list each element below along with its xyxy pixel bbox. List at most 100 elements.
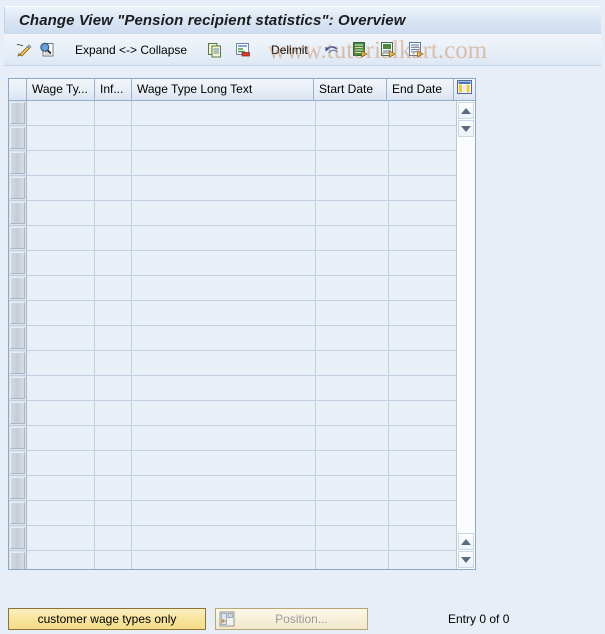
table-row[interactable]	[9, 226, 456, 251]
cell-end_date[interactable]	[389, 501, 456, 525]
cell-long_text[interactable]	[132, 351, 316, 375]
table-row[interactable]	[9, 376, 456, 401]
cell-long_text[interactable]	[132, 476, 316, 500]
cell-end_date[interactable]	[389, 226, 456, 250]
cell-start_date[interactable]	[316, 426, 389, 450]
cell-inf[interactable]	[95, 326, 132, 350]
cell-end_date[interactable]	[389, 401, 456, 425]
cell-inf[interactable]	[95, 101, 132, 125]
cell-start_date[interactable]	[316, 351, 389, 375]
cell-inf[interactable]	[95, 401, 132, 425]
cell-wage_type[interactable]	[27, 326, 95, 350]
cell-end_date[interactable]	[389, 126, 456, 150]
cell-inf[interactable]	[95, 301, 132, 325]
cell-long_text[interactable]	[132, 151, 316, 175]
cell-start_date[interactable]	[316, 376, 389, 400]
cell-long_text[interactable]	[132, 326, 316, 350]
cell-start_date[interactable]	[316, 176, 389, 200]
table-row[interactable]	[9, 476, 456, 501]
cell-end_date[interactable]	[389, 326, 456, 350]
cell-start_date[interactable]	[316, 326, 389, 350]
cell-wage_type[interactable]	[27, 101, 95, 125]
cell-wage_type[interactable]	[27, 176, 95, 200]
row-select-button[interactable]	[10, 452, 25, 474]
cell-wage_type[interactable]	[27, 226, 95, 250]
cell-start_date[interactable]	[316, 526, 389, 550]
cell-long_text[interactable]	[132, 501, 316, 525]
cell-wage_type[interactable]	[27, 276, 95, 300]
display-details-button[interactable]	[37, 38, 57, 62]
cell-start_date[interactable]	[316, 226, 389, 250]
column-header-inf[interactable]: Inf...	[95, 79, 132, 100]
cell-end_date[interactable]	[389, 426, 456, 450]
row-select-button[interactable]	[10, 427, 25, 449]
cell-end_date[interactable]	[389, 551, 456, 569]
cell-inf[interactable]	[95, 476, 132, 500]
row-select-button[interactable]	[10, 202, 25, 224]
cell-wage_type[interactable]	[27, 426, 95, 450]
cell-long_text[interactable]	[132, 551, 316, 569]
cell-end_date[interactable]	[389, 526, 456, 550]
row-select-cell[interactable]	[9, 426, 27, 450]
table-row[interactable]	[9, 526, 456, 551]
cell-inf[interactable]	[95, 201, 132, 225]
table-row[interactable]	[9, 426, 456, 451]
table-row[interactable]	[9, 151, 456, 176]
cell-start_date[interactable]	[316, 401, 389, 425]
table-row[interactable]	[9, 551, 456, 569]
row-select-cell[interactable]	[9, 326, 27, 350]
scroll-down-button-bottom[interactable]	[458, 551, 474, 568]
cell-inf[interactable]	[95, 376, 132, 400]
table-row[interactable]	[9, 301, 456, 326]
scroll-track[interactable]	[457, 137, 475, 569]
cell-long_text[interactable]	[132, 201, 316, 225]
table-row[interactable]	[9, 201, 456, 226]
row-select-button[interactable]	[10, 252, 25, 274]
row-select-button[interactable]	[10, 377, 25, 399]
column-header-end-date[interactable]: End Date	[387, 79, 454, 100]
cell-end_date[interactable]	[389, 251, 456, 275]
row-select-cell[interactable]	[9, 276, 27, 300]
row-select-button[interactable]	[10, 402, 25, 424]
cell-long_text[interactable]	[132, 401, 316, 425]
table-row[interactable]	[9, 251, 456, 276]
cell-start_date[interactable]	[316, 501, 389, 525]
table-row[interactable]	[9, 126, 456, 151]
cell-start_date[interactable]	[316, 451, 389, 475]
scroll-up-button-bottom[interactable]	[458, 533, 474, 550]
cell-start_date[interactable]	[316, 551, 389, 569]
cell-long_text[interactable]	[132, 276, 316, 300]
row-select-cell[interactable]	[9, 501, 27, 525]
row-select-cell[interactable]	[9, 126, 27, 150]
scroll-up-button-top[interactable]	[458, 102, 474, 119]
column-header-long-text[interactable]: Wage Type Long Text	[132, 79, 314, 100]
cell-wage_type[interactable]	[27, 376, 95, 400]
cell-inf[interactable]	[95, 151, 132, 175]
row-select-button[interactable]	[10, 477, 25, 499]
cell-inf[interactable]	[95, 276, 132, 300]
row-select-button[interactable]	[10, 152, 25, 174]
row-select-cell[interactable]	[9, 376, 27, 400]
table-row[interactable]	[9, 401, 456, 426]
table-settings-button[interactable]	[454, 79, 475, 100]
column-header-wage-type[interactable]: Wage Ty...	[27, 79, 95, 100]
row-select-button[interactable]	[10, 277, 25, 299]
cell-wage_type[interactable]	[27, 351, 95, 375]
cell-inf[interactable]	[95, 426, 132, 450]
cell-start_date[interactable]	[316, 276, 389, 300]
scroll-down-button-top[interactable]	[458, 120, 474, 137]
cell-inf[interactable]	[95, 226, 132, 250]
delimit-button[interactable]: Delimit	[265, 38, 314, 62]
cell-start_date[interactable]	[316, 476, 389, 500]
row-select-button[interactable]	[10, 502, 25, 524]
cell-start_date[interactable]	[316, 101, 389, 125]
row-select-button[interactable]	[10, 352, 25, 374]
row-select-button[interactable]	[10, 302, 25, 324]
cell-long_text[interactable]	[132, 376, 316, 400]
cell-end_date[interactable]	[389, 351, 456, 375]
row-select-cell[interactable]	[9, 351, 27, 375]
row-select-cell[interactable]	[9, 301, 27, 325]
cell-wage_type[interactable]	[27, 151, 95, 175]
row-select-cell[interactable]	[9, 201, 27, 225]
row-select-button[interactable]	[10, 127, 25, 149]
